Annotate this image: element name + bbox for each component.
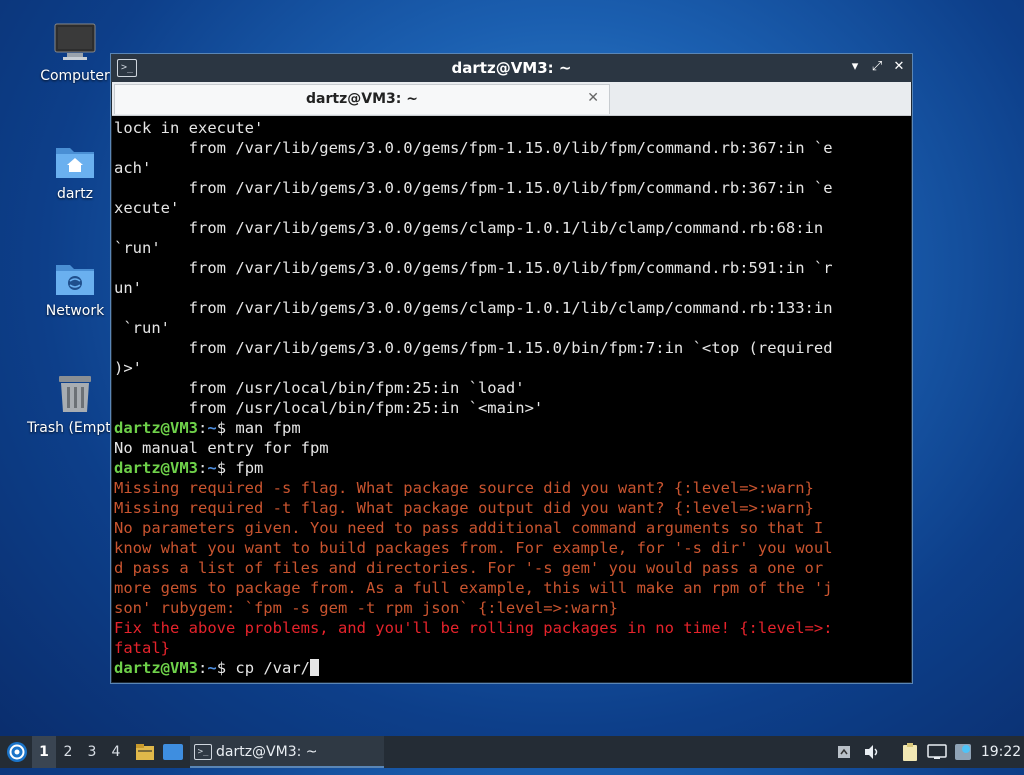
terminal-line: Missing required -t flag. What package o… bbox=[114, 499, 814, 517]
fatal-output: Fix the above problems, and you'll be ro… bbox=[114, 619, 833, 657]
terminal-line: from /var/lib/gems/3.0.0/gems/fpm-1.15.0… bbox=[188, 179, 833, 197]
desktop-icon-label: Network bbox=[45, 303, 105, 319]
prompt-user: dartz@VM3 bbox=[114, 659, 198, 677]
volume-icon bbox=[865, 745, 878, 759]
terminal-line: `run' bbox=[114, 239, 161, 257]
tab-close-icon[interactable]: ✕ bbox=[587, 90, 599, 106]
close-button[interactable]: ✕ bbox=[890, 58, 908, 76]
desktop-icon bbox=[163, 744, 183, 760]
terminal-line: from /usr/local/bin/fpm:25:in `load' bbox=[188, 379, 525, 397]
prompt-separator: : bbox=[198, 659, 208, 677]
terminal-line: from /var/lib/gems/3.0.0/gems/clamp-1.0.… bbox=[188, 299, 833, 317]
prompt-line: dartz@VM3:~$ cp /var/ bbox=[114, 659, 320, 677]
task-label: dartz@VM3: ~ bbox=[216, 744, 318, 760]
network-button[interactable] bbox=[925, 736, 949, 768]
prompt-separator: : bbox=[198, 459, 208, 477]
prompt-symbol: $ bbox=[216, 659, 236, 677]
desktop-icon-label: dartz bbox=[56, 186, 94, 202]
terminal-line: d pass a list of files and directories. … bbox=[114, 559, 824, 577]
prompt-symbol: $ bbox=[216, 419, 236, 437]
clock[interactable]: 19:22 bbox=[978, 736, 1024, 768]
workspace-2[interactable]: 2 bbox=[56, 736, 80, 768]
tray-expand-button[interactable] bbox=[834, 736, 854, 768]
terminal-line: from /usr/local/bin/fpm:25:in `<main>' bbox=[188, 399, 544, 417]
volume-button[interactable] bbox=[860, 736, 884, 768]
command-text: fpm bbox=[235, 459, 264, 477]
workspace-3[interactable]: 3 bbox=[80, 736, 104, 768]
desktop-icon-trash[interactable]: Trash (Empty) bbox=[27, 372, 123, 436]
workspace-1[interactable]: 1 bbox=[32, 736, 56, 768]
terminal-output[interactable]: lock in execute' from /var/lib/gems/3.0.… bbox=[112, 116, 911, 682]
prompt-path: ~ bbox=[207, 659, 217, 677]
prompt-user: dartz@VM3 bbox=[114, 419, 198, 437]
clipboard-icon bbox=[903, 743, 917, 761]
task-terminal[interactable]: >_ dartz@VM3: ~ bbox=[190, 736, 384, 768]
desktop-icon-network[interactable]: Network bbox=[27, 257, 123, 319]
prompt-line: dartz@VM3:~$ man fpm bbox=[114, 419, 301, 437]
warning-output: Missing required -s flag. What package s… bbox=[114, 479, 833, 617]
prompt-path: ~ bbox=[207, 419, 217, 437]
tab-terminal[interactable]: dartz@VM3: ~ ✕ bbox=[114, 84, 610, 114]
prompt-separator: : bbox=[198, 419, 208, 437]
computer-icon bbox=[54, 23, 96, 60]
desktop-icon-home[interactable]: dartz bbox=[27, 140, 123, 202]
terminal-line: No parameters given. You need to pass ad… bbox=[114, 519, 824, 537]
workspace-4[interactable]: 4 bbox=[104, 736, 128, 768]
lubuntu-logo-icon bbox=[7, 742, 27, 762]
terminal-line: from /var/lib/gems/3.0.0/gems/fpm-1.15.0… bbox=[188, 139, 833, 157]
chevron-up-icon bbox=[838, 746, 850, 758]
terminal-line: know what you want to build packages fro… bbox=[114, 539, 833, 557]
terminal-task-icon: >_ bbox=[194, 744, 212, 760]
window-titlebar[interactable]: >_ dartz@VM3: ~ ▾ ⤢ ✕ bbox=[111, 54, 912, 82]
terminal-line: more gems to package from. As a full exa… bbox=[114, 579, 833, 597]
prompt-user: dartz@VM3 bbox=[114, 459, 198, 477]
terminal-line: fatal} bbox=[114, 639, 170, 657]
terminal-line: son' rubygem: `fpm -s gem -t rpm json` {… bbox=[114, 599, 618, 617]
tab-label: dartz@VM3: ~ bbox=[306, 91, 418, 107]
terminal-line: from /var/lib/gems/3.0.0/gems/fpm-1.15.0… bbox=[188, 339, 833, 357]
file-manager-launcher[interactable] bbox=[132, 736, 158, 768]
clipboard-button[interactable] bbox=[897, 736, 923, 768]
prompt-symbol: $ bbox=[216, 459, 236, 477]
terminal-line: from /var/lib/gems/3.0.0/gems/clamp-1.0.… bbox=[188, 219, 824, 237]
home-folder-icon bbox=[56, 148, 94, 178]
desktop-icon-label: Trash (Empty) bbox=[27, 420, 123, 436]
terminal-line: Missing required -s flag. What package s… bbox=[114, 479, 814, 497]
updates-button[interactable] bbox=[952, 736, 974, 768]
terminal-line: `run' bbox=[123, 319, 170, 337]
terminal-window: >_ dartz@VM3: ~ ▾ ⤢ ✕ dartz@VM3: ~ ✕ loc… bbox=[110, 53, 913, 684]
stack-trace-output: lock in execute' from /var/lib/gems/3.0.… bbox=[114, 119, 833, 417]
file-manager-icon bbox=[136, 744, 154, 760]
desktop-icon-computer[interactable]: Computer bbox=[27, 22, 123, 84]
terminal-line: from /var/lib/gems/3.0.0/gems/fpm-1.15.0… bbox=[188, 259, 833, 277]
start-menu-button[interactable] bbox=[2, 736, 32, 768]
terminal-line: ach' bbox=[114, 159, 152, 177]
terminal-line: Fix the above problems, and you'll be ro… bbox=[114, 619, 833, 637]
minimize-button[interactable]: ▾ bbox=[846, 58, 864, 76]
command-input[interactable]: cp /var/ bbox=[235, 659, 310, 677]
terminal-line: xecute' bbox=[114, 199, 180, 217]
taskbar: 1 2 3 4 >_ dartz@VM3: ~ 19:22 bbox=[0, 736, 1024, 768]
window-title: dartz@VM3: ~ bbox=[451, 59, 572, 77]
tab-bar: dartz@VM3: ~ ✕ bbox=[112, 82, 911, 116]
maximize-button[interactable]: ⤢ bbox=[868, 58, 886, 76]
command-output: No manual entry for fpm bbox=[114, 439, 329, 457]
desktop-icon-label: Computer bbox=[40, 68, 110, 84]
network-icon bbox=[927, 744, 947, 759]
network-folder-icon bbox=[56, 265, 94, 295]
show-desktop-button[interactable] bbox=[160, 736, 186, 768]
terminal-line: un' bbox=[114, 279, 142, 297]
trash-icon bbox=[59, 376, 91, 412]
command-text: man fpm bbox=[235, 419, 301, 437]
prompt-path: ~ bbox=[207, 459, 217, 477]
terminal-line: lock in execute' bbox=[114, 119, 264, 137]
terminal-line: )>' bbox=[114, 359, 142, 377]
update-notifier-icon bbox=[955, 744, 971, 760]
prompt-line: dartz@VM3:~$ fpm bbox=[114, 459, 263, 477]
text-cursor bbox=[310, 659, 320, 676]
